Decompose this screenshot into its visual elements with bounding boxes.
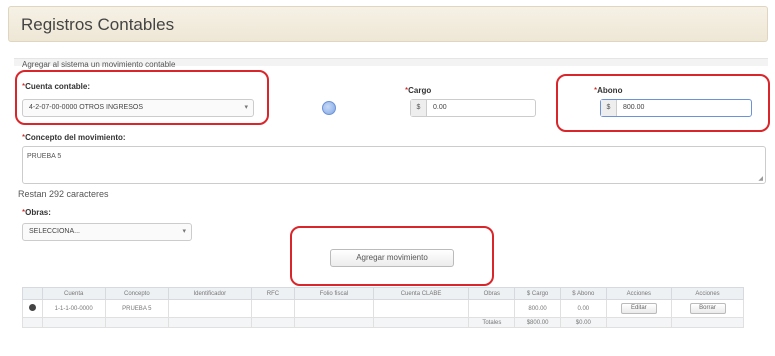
table-header-row: Cuenta Concepto Identificador RFC Folio … xyxy=(22,287,744,300)
cell-cuenta: 1-1-1-00-0000 xyxy=(41,299,106,318)
col-header: RFC xyxy=(250,287,296,300)
obra-select-value: SELECCIONA... xyxy=(29,228,80,235)
cell-cargo: 800.00 xyxy=(514,299,561,318)
totals-empty xyxy=(605,317,673,328)
hint-text: Agregar al sistema un movimiento contabl… xyxy=(22,60,176,69)
table-row: 1-1-1-00-0000 PRUEBA 5 800.00 0.00 Edita… xyxy=(22,299,744,318)
highlight-abono xyxy=(556,74,770,132)
totals-empty xyxy=(167,317,252,328)
concepto-textarea[interactable]: PRUEBA 5 ◢ xyxy=(22,146,766,184)
info-icon[interactable] xyxy=(322,101,336,115)
page-header: Registros Contables xyxy=(8,6,768,42)
totals-empty xyxy=(41,317,106,328)
radio-selected-icon xyxy=(28,304,36,311)
col-header: Acciones xyxy=(671,287,744,300)
highlight-cuenta xyxy=(15,70,269,125)
totals-empty xyxy=(372,317,470,328)
concepto-value: PRUEBA 5 xyxy=(27,153,62,160)
cargo-value: 0.00 xyxy=(433,104,447,111)
totals-empty xyxy=(671,317,744,328)
col-header: $ Cargo xyxy=(514,287,561,300)
cell-rfc xyxy=(250,299,296,318)
col-header: Cuenta CLABE xyxy=(372,287,470,300)
cell-action-delete: Borrar xyxy=(671,299,744,318)
obra-label: *Obras: xyxy=(22,208,51,217)
cell-concepto: PRUEBA 5 xyxy=(104,299,169,318)
totals-label: Totales xyxy=(468,317,516,328)
col-header: Acciones xyxy=(605,287,673,300)
dollar-icon: $ xyxy=(411,100,427,116)
chevron-down-icon: ▾ xyxy=(182,228,186,235)
cell-folio xyxy=(294,299,374,318)
totals-empty xyxy=(22,317,43,328)
cargo-label: *Cargo xyxy=(405,86,432,95)
totals-empty xyxy=(250,317,296,328)
row-radio[interactable] xyxy=(22,299,43,318)
char-counter: Restan 292 caracteres xyxy=(18,189,109,199)
totals-abono: $0.00 xyxy=(559,317,607,328)
delete-button[interactable]: Borrar xyxy=(689,303,726,314)
cell-abono: 0.00 xyxy=(559,299,607,318)
totals-empty xyxy=(104,317,169,328)
obra-select[interactable]: SELECCIONA... ▾ xyxy=(22,223,192,241)
col-header: Identificador xyxy=(167,287,252,300)
page-title: Registros Contables xyxy=(21,15,175,34)
concepto-label: *Concepto del movimiento: xyxy=(22,133,126,142)
totals-row: Totales $800.00 $0.00 xyxy=(22,317,744,328)
resize-handle-icon[interactable]: ◢ xyxy=(758,175,763,182)
movements-table: Cuenta Concepto Identificador RFC Folio … xyxy=(22,287,744,328)
cargo-field[interactable]: $ 0.00 xyxy=(410,99,536,117)
edit-button[interactable]: Editar xyxy=(620,303,657,314)
cell-identificador xyxy=(167,299,252,318)
cell-obras xyxy=(468,299,516,318)
cell-clabe xyxy=(372,299,470,318)
totals-empty xyxy=(294,317,374,328)
col-header: $ Abono xyxy=(559,287,607,300)
col-header: Obras xyxy=(468,287,516,300)
col-header: Folio fiscal xyxy=(294,287,374,300)
col-header: Concepto xyxy=(104,287,169,300)
cell-action-edit: Editar xyxy=(605,299,673,318)
highlight-add-button xyxy=(290,226,494,286)
col-header: Cuenta xyxy=(41,287,106,300)
totals-cargo: $800.00 xyxy=(514,317,561,328)
col-header xyxy=(22,287,43,300)
